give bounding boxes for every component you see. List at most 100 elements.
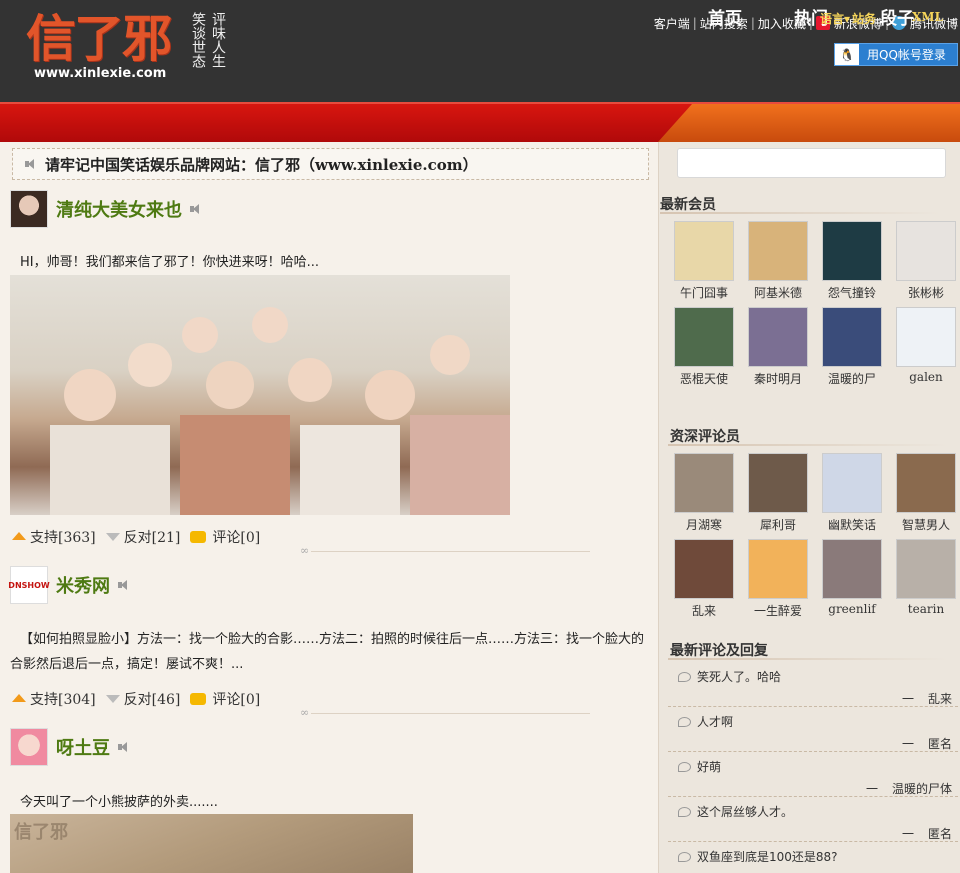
member-name[interactable]: 月湖寒	[686, 516, 722, 533]
member-item[interactable]: 温暖的尸	[816, 307, 888, 393]
member-name[interactable]: 秦时明月	[754, 370, 802, 387]
member-avatar[interactable]	[748, 221, 808, 281]
member-avatar[interactable]	[896, 453, 956, 513]
comment-bubble-icon	[678, 851, 691, 862]
post-text: HI，帅哥！我们都来信了邪了！你快进来呀！哈哈...	[20, 255, 320, 270]
speaker-icon[interactable]	[118, 742, 128, 752]
avatar[interactable]: DNSHOW	[8, 566, 50, 604]
nav-duanzi[interactable]: 段子	[880, 4, 914, 29]
member-name[interactable]: 温暖的尸	[828, 370, 876, 387]
comment-item[interactable]: 人才啊一匿名	[668, 707, 958, 752]
comment-item[interactable]: 双鱼座到底是100还是88?	[668, 842, 958, 873]
comment-item[interactable]: 这个屌丝够人才。一匿名	[668, 797, 958, 842]
member-name[interactable]: 张彬彬	[908, 284, 944, 301]
speaker-icon[interactable]	[190, 204, 200, 214]
comment-text[interactable]: 双鱼座到底是100还是88?	[678, 848, 838, 865]
author-dash: 一	[901, 827, 914, 841]
comment-text[interactable]: 笑死人了。哈哈	[678, 668, 781, 685]
comment-button[interactable]: 评论[0]	[190, 527, 260, 547]
member-name[interactable]: 午门囧事	[680, 284, 728, 301]
member-item[interactable]: 月湖寒	[668, 453, 740, 539]
comment-item[interactable]: 笑死人了。哈哈一乱来	[668, 662, 958, 707]
member-avatar[interactable]	[674, 539, 734, 599]
post-header: 呀土豆	[10, 728, 138, 766]
member-item[interactable]: 犀利哥	[742, 453, 814, 539]
member-avatar[interactable]	[822, 453, 882, 513]
member-avatar[interactable]	[822, 539, 882, 599]
member-item[interactable]: greenlif	[816, 539, 888, 625]
member-avatar[interactable]	[896, 307, 956, 367]
member-avatar[interactable]	[674, 453, 734, 513]
separator: |	[692, 16, 697, 30]
nav-language[interactable]: 语言▾	[820, 10, 850, 27]
nav-home[interactable]: 首页	[708, 4, 742, 29]
member-name[interactable]: 智慧男人	[902, 516, 950, 533]
comment-text[interactable]: 人才啊	[678, 713, 733, 730]
comment-bubble-icon	[678, 716, 691, 727]
member-item[interactable]: 一生醉爱	[742, 539, 814, 625]
member-item[interactable]: 怨气撞铃	[816, 221, 888, 307]
avatar[interactable]	[10, 190, 48, 228]
comment-count: 评论[0]	[212, 692, 261, 708]
member-avatar[interactable]	[748, 307, 808, 367]
member-item[interactable]: 张彬彬	[890, 221, 960, 307]
speaker-icon[interactable]	[118, 580, 128, 590]
speaker-icon	[25, 159, 35, 169]
member-name[interactable]: tearin	[908, 602, 944, 616]
member-avatar[interactable]	[748, 539, 808, 599]
member-name[interactable]: 乱来	[692, 602, 716, 619]
member-name[interactable]: 一生醉爱	[754, 602, 802, 619]
oppose-button[interactable]: 反对[21]	[105, 527, 180, 547]
member-item[interactable]: tearin	[890, 539, 960, 625]
member-name[interactable]: 幽默笑话	[828, 516, 876, 533]
comment-author[interactable]: 一匿名	[902, 825, 952, 842]
section-title-newest-members: 最新会员	[660, 197, 716, 213]
support-button[interactable]: 支持[363]	[12, 527, 96, 547]
comment-author[interactable]: 一乱来	[902, 690, 952, 707]
member-name[interactable]: 恶棍天使	[680, 370, 728, 387]
member-avatar[interactable]	[674, 221, 734, 281]
qq-login-button[interactable]: 🐧 用QQ帐号登录	[834, 43, 958, 66]
post-title[interactable]: 米秀网	[56, 572, 110, 598]
member-item[interactable]: 阿基米德	[742, 221, 814, 307]
member-item[interactable]: galen	[890, 307, 960, 393]
search-input[interactable]	[677, 148, 946, 178]
member-name[interactable]: 阿基米德	[754, 284, 802, 301]
comment-content: 好萌	[697, 760, 722, 774]
member-item[interactable]: 幽默笑话	[816, 453, 888, 539]
member-avatar[interactable]	[674, 307, 734, 367]
member-name[interactable]: 犀利哥	[760, 516, 796, 533]
support-button[interactable]: 支持[304]	[12, 689, 96, 709]
member-avatar[interactable]	[822, 307, 882, 367]
member-item[interactable]: 恶棍天使	[668, 307, 740, 393]
nav-xml[interactable]: XML	[912, 10, 943, 24]
post-title[interactable]: 呀土豆	[56, 734, 110, 760]
member-avatar[interactable]	[748, 453, 808, 513]
post-image[interactable]: 信了邪	[10, 814, 413, 873]
member-avatar[interactable]	[896, 539, 956, 599]
member-item[interactable]: 午门囧事	[668, 221, 740, 307]
member-item[interactable]: 智慧男人	[890, 453, 960, 539]
member-name[interactable]: 怨气撞铃	[828, 284, 876, 301]
member-item[interactable]: 秦时明月	[742, 307, 814, 393]
oppose-button[interactable]: 反对[46]	[105, 689, 180, 709]
section-underline	[668, 658, 948, 660]
member-name[interactable]: greenlif	[828, 602, 875, 616]
nav-site-affairs[interactable]: 站务	[852, 10, 876, 27]
comment-item[interactable]: 好萌一温暖的尸体	[668, 752, 958, 797]
member-avatar[interactable]	[896, 221, 956, 281]
post-title[interactable]: 清纯大美女来也	[56, 196, 182, 222]
link-client[interactable]: 客户端	[654, 15, 690, 32]
member-avatar[interactable]	[822, 221, 882, 281]
site-logo[interactable]: 信了邪 www.xinlexie.com	[22, 8, 202, 90]
comment-button[interactable]: 评论[0]	[190, 689, 260, 709]
comment-author[interactable]: 一匿名	[902, 735, 952, 752]
member-name[interactable]: galen	[909, 370, 943, 384]
comment-author[interactable]: 一温暖的尸体	[866, 780, 952, 797]
comment-text[interactable]: 好萌	[678, 758, 721, 775]
member-item[interactable]: 乱来	[668, 539, 740, 625]
avatar[interactable]	[10, 728, 48, 766]
post-image[interactable]	[10, 275, 510, 515]
comment-text[interactable]: 这个屌丝够人才。	[678, 803, 793, 820]
qq-login-label: 用QQ帐号登录	[867, 48, 946, 62]
